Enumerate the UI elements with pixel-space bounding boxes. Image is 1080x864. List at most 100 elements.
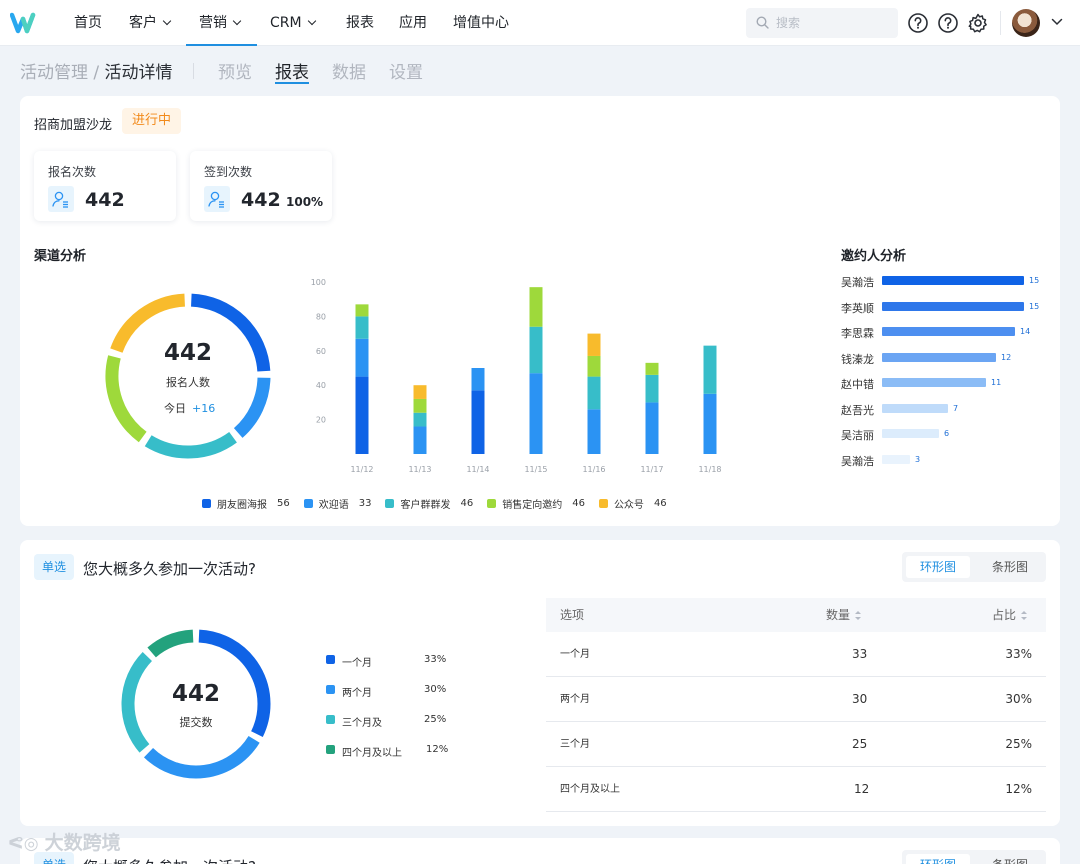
- legend-percent: 30%: [424, 684, 447, 695]
- inviter-bar: [882, 352, 996, 362]
- donut-segment: [233, 377, 271, 438]
- bar-segment: [413, 398, 427, 413]
- chart-view-toggle: 环形图 条形图: [902, 552, 1046, 582]
- breadcrumb-parent[interactable]: 活动管理: [20, 63, 88, 83]
- bar-segment: [471, 368, 485, 391]
- view-bar-button[interactable]: 条形图: [978, 854, 1042, 864]
- inviter-name: 李英顺: [841, 301, 874, 315]
- stat-label: 报名次数: [48, 165, 97, 179]
- ratio-cell: 25%: [1005, 737, 1032, 751]
- tab-report[interactable]: 报表: [275, 58, 309, 84]
- view-bar-button[interactable]: 条形图: [978, 556, 1042, 578]
- legend-value: 33: [358, 498, 372, 509]
- stat-value: 442: [85, 189, 125, 211]
- bar-segment: [587, 376, 601, 410]
- inviter-bar: [882, 301, 1024, 311]
- x-tick-label: 11/12: [350, 465, 373, 474]
- sort-icon: [855, 611, 862, 620]
- y-tick-label: 60: [316, 347, 326, 356]
- bar-segment: [355, 304, 369, 317]
- column-header-ratio[interactable]: 占比: [992, 598, 1028, 632]
- nav-item-home[interactable]: 首页: [74, 0, 102, 46]
- bar-segment: [413, 426, 427, 454]
- inviter-value: 7: [953, 403, 959, 413]
- legend-swatch: [326, 715, 335, 724]
- donut-segment: [105, 355, 147, 443]
- nav-item-reports[interactable]: 报表: [346, 0, 374, 46]
- nav-label: CRM: [270, 15, 302, 31]
- channel-analysis-title: 渠道分析: [34, 249, 87, 264]
- nav-item-apps[interactable]: 应用: [399, 0, 427, 46]
- legend-label: 一个月: [342, 658, 372, 669]
- user-list-icon: [48, 186, 74, 212]
- inviter-name: 赵中错: [841, 378, 874, 391]
- nav-label: 应用: [399, 15, 427, 31]
- watermark-text: 大数跨境: [44, 832, 121, 854]
- breadcrumb: 活动管理 / 活动详情: [20, 58, 173, 84]
- nav-label: 增值中心: [453, 15, 509, 31]
- gear-icon[interactable]: [967, 12, 989, 34]
- donut-today: 今日 +16: [164, 400, 215, 416]
- donut-segment: [144, 431, 237, 459]
- legend-value: 56: [277, 498, 290, 509]
- bar-segment: [529, 373, 543, 454]
- avatar[interactable]: [1012, 9, 1040, 37]
- chevron-down-icon: [307, 16, 316, 26]
- legend-value: 46: [460, 498, 474, 509]
- inviter-value: 3: [915, 454, 921, 464]
- nav-item-value-center[interactable]: 增值中心: [453, 0, 509, 46]
- ratio-cell: 30%: [1005, 692, 1032, 706]
- legend-label: 客户群群发: [400, 500, 451, 511]
- inviter-name: 钱溱龙: [841, 352, 874, 366]
- inviter-bar: [882, 327, 1015, 336]
- view-ring-button[interactable]: 环形图: [906, 854, 970, 864]
- inviter-name: 吴瀚浩: [841, 276, 874, 289]
- count-cell: 12: [854, 782, 870, 796]
- bar-segment: [529, 287, 543, 327]
- option-cell: 两个月: [560, 694, 590, 705]
- bar-segment: [587, 355, 601, 377]
- bar-segment: [645, 402, 659, 454]
- search-box[interactable]: [746, 8, 898, 38]
- legend-value: 46: [572, 498, 585, 509]
- tab-preview[interactable]: 预览: [218, 58, 252, 84]
- tab-data[interactable]: 数据: [332, 58, 366, 84]
- legend-swatch: [303, 499, 313, 508]
- donut-total: 442: [163, 340, 212, 366]
- nav-label: 客户: [129, 15, 157, 31]
- x-tick-label: 11/15: [524, 465, 547, 474]
- inviter-analysis-title: 邀约人分析: [841, 249, 907, 264]
- watermark: ᕙ◎ 大数跨境: [8, 828, 121, 855]
- y-tick-label: 100: [311, 278, 326, 287]
- donut-label: 报名人数: [166, 376, 210, 389]
- bar-segment: [471, 390, 485, 454]
- bar-segment: [587, 333, 601, 356]
- nav-label: 报表: [346, 15, 374, 31]
- nav-item-crm[interactable]: CRM: [270, 0, 316, 46]
- help-icon[interactable]: [907, 12, 929, 34]
- stat-label: 签到次数: [204, 165, 253, 179]
- search-input[interactable]: [776, 13, 886, 33]
- bar-segment: [703, 393, 717, 454]
- chevron-down-icon[interactable]: [1051, 17, 1063, 27]
- nav-item-customers[interactable]: 客户: [129, 0, 172, 46]
- event-name: 招商加盟沙龙: [34, 118, 113, 133]
- nav-item-marketing[interactable]: 营销: [186, 0, 257, 46]
- inviter-bar: [882, 454, 910, 464]
- legend-swatch: [326, 655, 335, 664]
- help-icon[interactable]: [937, 12, 959, 34]
- inviter-name: 吴瀚浩: [841, 454, 874, 468]
- y-tick-label: 80: [316, 312, 326, 321]
- watermark-logo-icon: ᕙ◎: [8, 834, 39, 854]
- view-ring-button[interactable]: 环形图: [906, 556, 970, 578]
- legend-value: 46: [653, 498, 667, 509]
- inviter-bar: [882, 429, 939, 438]
- inviter-value: 11: [991, 378, 1002, 387]
- bar-segment: [587, 409, 601, 454]
- tab-settings[interactable]: 设置: [389, 58, 423, 84]
- question-title: 您大概多久参加一次活动?: [83, 560, 256, 578]
- x-tick-label: 11/18: [698, 465, 721, 474]
- column-header-count[interactable]: 数量: [826, 598, 862, 632]
- app-logo-icon[interactable]: [10, 9, 40, 37]
- bar-segment: [703, 345, 717, 394]
